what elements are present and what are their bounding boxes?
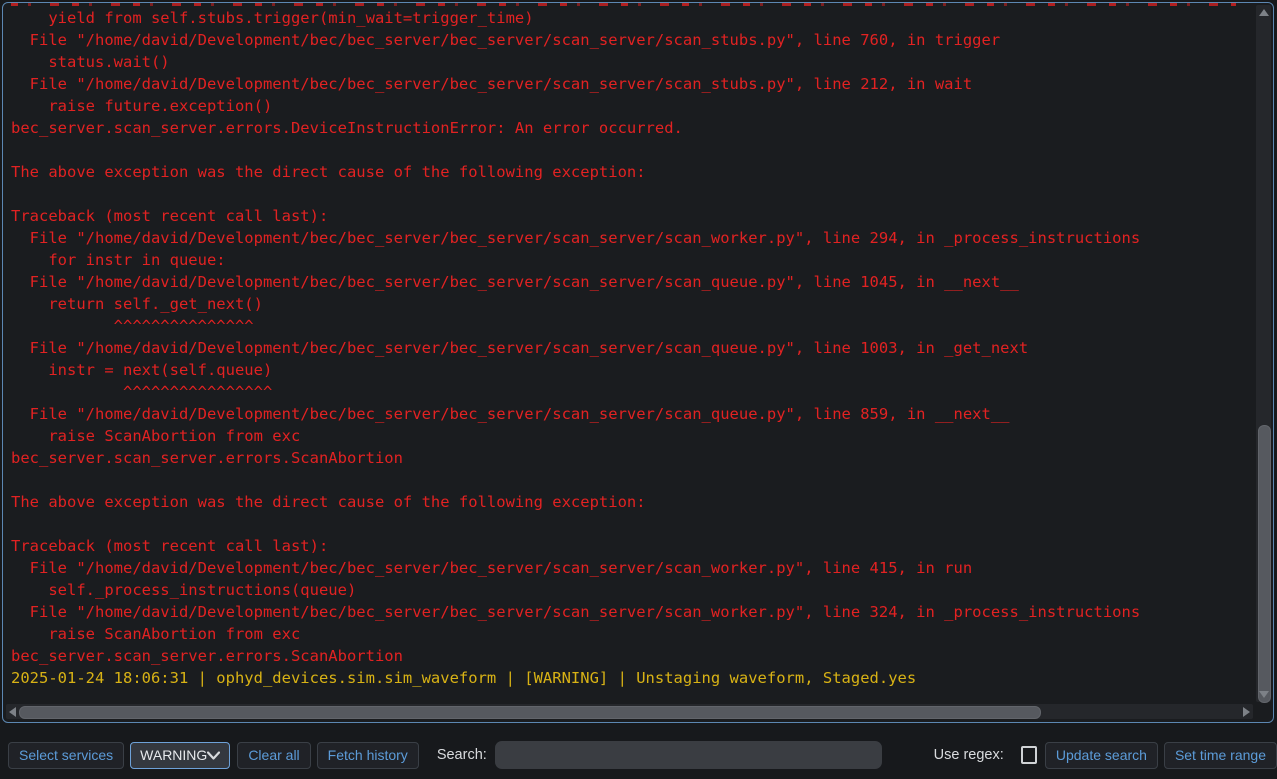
- log-line: File "/home/david/Development/bec/bec_se…: [11, 271, 1251, 293]
- bottom-toolbar: Select services WARNING Clear all Fetch …: [0, 737, 1277, 773]
- log-line: [11, 469, 1251, 491]
- fetch-history-button[interactable]: Fetch history: [317, 742, 419, 769]
- vertical-scrollbar[interactable]: [1256, 5, 1271, 702]
- log-line: ^^^^^^^^^^^^^^^^: [11, 381, 1251, 403]
- log-line: [11, 139, 1251, 161]
- log-line: raise ScanAbortion from exc: [11, 623, 1251, 645]
- log-line: Traceback (most recent call last):: [11, 535, 1251, 557]
- log-line: File "/home/david/Development/bec/bec_se…: [11, 601, 1251, 623]
- scroll-left-arrow-icon[interactable]: [9, 707, 16, 717]
- log-line: return self._get_next(): [11, 293, 1251, 315]
- log-line: [11, 183, 1251, 205]
- log-line: 2025-01-24 18:06:31 | ophyd_devices.sim.…: [11, 667, 1251, 689]
- set-time-range-button[interactable]: Set time range: [1164, 742, 1277, 769]
- log-level-select[interactable]: WARNING: [130, 742, 230, 769]
- log-line: status.wait(): [11, 51, 1251, 73]
- log-level-select-value: WARNING: [140, 747, 207, 763]
- log-line: File "/home/david/Development/bec/bec_se…: [11, 403, 1251, 425]
- log-line: bec_server.scan_server.errors.DeviceInst…: [11, 117, 1251, 139]
- log-line: bec_server.scan_server.errors.ScanAborti…: [11, 447, 1251, 469]
- update-search-button[interactable]: Update search: [1045, 742, 1158, 769]
- log-line: File "/home/david/Development/bec/bec_se…: [11, 227, 1251, 249]
- log-line: raise future.exception(): [11, 95, 1251, 117]
- log-line: The above exception was the direct cause…: [11, 491, 1251, 513]
- horizontal-scrollbar-thumb[interactable]: [19, 706, 1041, 719]
- horizontal-scrollbar[interactable]: [6, 704, 1253, 719]
- scroll-up-arrow-icon[interactable]: [1259, 9, 1269, 16]
- log-line: yield from self.stubs.trigger(min_wait=t…: [11, 7, 1251, 29]
- use-regex-label: Use regex:: [934, 747, 1004, 763]
- log-line: File "/home/david/Development/bec/bec_se…: [11, 557, 1251, 579]
- log-text-area[interactable]: yield from self.stubs.trigger(min_wait=t…: [11, 7, 1251, 700]
- log-output-panel[interactable]: yield from self.stubs.trigger(min_wait=t…: [2, 2, 1274, 723]
- search-input[interactable]: [495, 741, 882, 769]
- log-line: [11, 513, 1251, 535]
- use-regex-checkbox[interactable]: [1021, 746, 1037, 764]
- chevron-down-icon: [207, 751, 220, 760]
- log-line: The above exception was the direct cause…: [11, 161, 1251, 183]
- clear-all-button[interactable]: Clear all: [237, 742, 310, 769]
- log-line: for instr in queue:: [11, 249, 1251, 271]
- log-line: self._process_instructions(queue): [11, 579, 1251, 601]
- log-line: bec_server.scan_server.errors.ScanAborti…: [11, 645, 1251, 667]
- vertical-scrollbar-thumb[interactable]: [1258, 425, 1271, 703]
- scroll-down-arrow-icon[interactable]: [1259, 691, 1269, 698]
- log-line: raise ScanAbortion from exc: [11, 425, 1251, 447]
- log-line: File "/home/david/Development/bec/bec_se…: [11, 29, 1251, 51]
- clipped-top-log-line: [11, 3, 1236, 6]
- search-label: Search:: [437, 747, 487, 763]
- log-line: Traceback (most recent call last):: [11, 205, 1251, 227]
- log-line: ^^^^^^^^^^^^^^^: [11, 315, 1251, 337]
- select-services-button[interactable]: Select services: [8, 742, 124, 769]
- log-line: instr = next(self.queue): [11, 359, 1251, 381]
- log-line: File "/home/david/Development/bec/bec_se…: [11, 337, 1251, 359]
- scroll-right-arrow-icon[interactable]: [1243, 707, 1250, 717]
- log-line: File "/home/david/Development/bec/bec_se…: [11, 73, 1251, 95]
